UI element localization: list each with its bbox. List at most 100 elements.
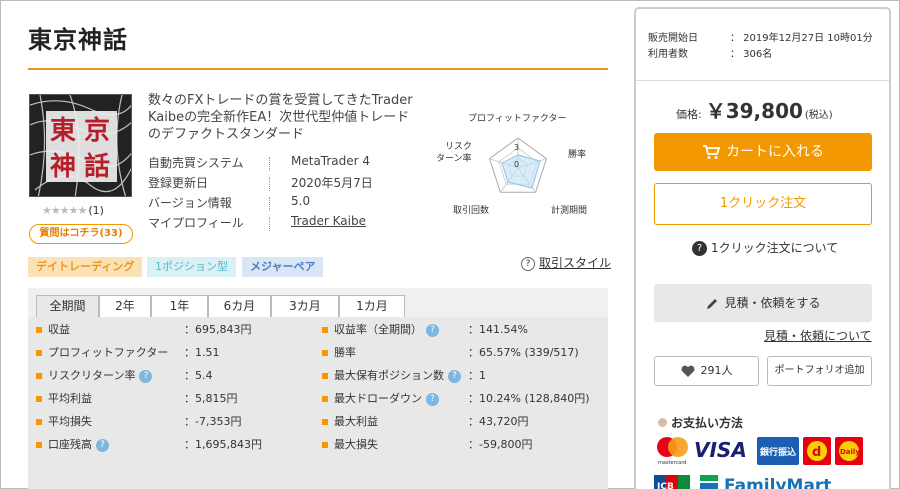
stats-table: 収益 ：695,843円 プロフィットファクター ：1.51 リスクリターン率? ：5… bbox=[28, 317, 608, 489]
bank-transfer-logo: 銀行振込 bbox=[757, 437, 799, 465]
rating-count: (1) bbox=[88, 204, 104, 217]
svg-text:d: d bbox=[812, 445, 821, 460]
stat-value: ：1.51 bbox=[184, 346, 220, 359]
stat-label: 収益率（全期間） bbox=[334, 323, 422, 336]
cart-button-label: カートに入れる bbox=[726, 144, 824, 160]
question-button[interactable]: 質問はコチラ(33) bbox=[29, 224, 133, 244]
help-icon[interactable]: ? bbox=[96, 438, 109, 452]
stat-value: ：-7,353円 bbox=[184, 415, 242, 428]
sale-start-value: ： 2019年12月27日 10時01分 bbox=[730, 33, 873, 44]
stat-label: 勝率 bbox=[334, 346, 356, 359]
stat-value: ：-59,800円 bbox=[468, 438, 533, 451]
radar-scale-max: 3 bbox=[514, 143, 520, 152]
profile-link[interactable]: Trader Kaibe bbox=[291, 214, 366, 228]
product-thumbnail[interactable]: 東 京 神 話 bbox=[29, 94, 132, 197]
thumbnail-art: 東 京 神 話 bbox=[30, 95, 131, 196]
stat-label: 収益 bbox=[48, 323, 70, 336]
svg-text:VISA: VISA bbox=[694, 438, 747, 462]
users-value: ： 306名 bbox=[730, 49, 773, 60]
users-label: 利用者数 bbox=[648, 49, 688, 60]
tag-major-pair[interactable]: メジャーペア bbox=[242, 257, 324, 277]
radar-label-trades: 取引回数 bbox=[453, 206, 490, 216]
spec-value: MetaTrader 4 bbox=[291, 154, 371, 168]
tab-6-months[interactable]: 6カ月 bbox=[208, 295, 271, 317]
price-label: 価格: bbox=[676, 108, 702, 121]
stat-value: ：141.54% bbox=[468, 323, 528, 336]
favorite-button[interactable]: 291人 bbox=[654, 356, 759, 386]
payment-title-label: お支払い方法 bbox=[671, 416, 744, 430]
svg-text:銀行振込: 銀行振込 bbox=[760, 446, 796, 458]
help-icon[interactable]: ? bbox=[426, 392, 439, 406]
tab-2-years[interactable]: 2年 bbox=[99, 295, 151, 317]
help-icon[interactable]: ? bbox=[139, 369, 153, 383]
stats-panel: 全期間 2年 1年 6カ月 3カ月 1カ月 収益 ：695,843円 プロフィット… bbox=[28, 288, 608, 489]
add-to-cart-button[interactable]: カートに入れる bbox=[654, 133, 872, 171]
estimate-request-button[interactable]: 見積・依頼をする bbox=[654, 284, 872, 322]
stat-value: ：5.4 bbox=[184, 369, 213, 382]
one-click-info-label: 1クリック注文について bbox=[711, 241, 839, 255]
stat-label: 口座残高 bbox=[48, 438, 92, 451]
title-underline bbox=[28, 68, 608, 70]
stat-label: 平均損失 bbox=[48, 415, 92, 428]
stat-label: 最大利益 bbox=[334, 415, 378, 428]
stat-value: ：43,720円 bbox=[468, 415, 529, 428]
tab-1-year[interactable]: 1年 bbox=[151, 295, 208, 317]
one-click-info-link[interactable]: ? 1クリック注文について bbox=[692, 239, 838, 256]
question-icon: ? bbox=[521, 256, 535, 271]
tab-all-period[interactable]: 全期間 bbox=[36, 295, 99, 318]
spec-value: 5.0 bbox=[291, 194, 311, 208]
stat-value: ：5,815円 bbox=[184, 392, 238, 405]
payment-logos: mastercard VISA 銀行振込 d Daily JCB FamilyM… bbox=[654, 435, 884, 489]
svg-text:FamilyMart: FamilyMart bbox=[724, 476, 831, 489]
stat-value: ：10.24% (128,840円) bbox=[468, 392, 590, 405]
trade-style-label: 取引スタイル bbox=[539, 256, 612, 270]
spec-label: マイプロフィール bbox=[148, 216, 244, 230]
stat-label: 最大損失 bbox=[334, 438, 378, 451]
stat-value: ：65.57% (339/517) bbox=[468, 346, 579, 359]
question-button-label: 質問はコチラ(33) bbox=[39, 228, 123, 239]
radar-label-winrate: 勝率 bbox=[568, 150, 587, 160]
d-payment-logo: d bbox=[803, 437, 831, 465]
daily-logo: Daily bbox=[835, 437, 863, 465]
rating-stars: ★★★★★ (1) bbox=[42, 204, 104, 217]
product-description: 数々のFXトレードの賞を受賞してきたTrader Kaibeの完全新作EA！次世… bbox=[148, 93, 413, 142]
familymart-logo: FamilyMart bbox=[700, 475, 831, 489]
svg-text:JCB: JCB bbox=[656, 482, 674, 489]
jcb-logo: JCB bbox=[654, 475, 690, 489]
radar-label-riskreturn-2: ターン率 bbox=[436, 154, 472, 164]
spec-value: 2020年5月7日 bbox=[291, 176, 373, 190]
thumbnail-char-1: 東 bbox=[50, 116, 76, 146]
estimate-button-label: 見積・依頼をする bbox=[724, 296, 821, 310]
favorite-count: 291人 bbox=[700, 364, 733, 377]
pen-icon bbox=[707, 298, 718, 309]
tag-one-position[interactable]: 1ポジション型 bbox=[147, 257, 236, 277]
purchase-sidebar: 販売開始日 ： 2019年12月27日 10時01分 利用者数 ： 306名 価格:… bbox=[634, 7, 891, 489]
cart-icon bbox=[703, 145, 721, 159]
trade-style-link[interactable]: ? 取引スタイル bbox=[521, 254, 611, 271]
add-to-portfolio-button[interactable]: ポートフォリオ追加 bbox=[767, 356, 872, 386]
thumbnail-char-2: 京 bbox=[84, 115, 110, 146]
divider bbox=[636, 80, 889, 81]
radar-chart: プロフィットファクター 勝率 計測期間 取引回数 リスク ターン率 3 0 bbox=[436, 112, 610, 217]
stat-label: 平均利益 bbox=[48, 392, 92, 405]
stat-label: 最大ドローダウン bbox=[334, 392, 422, 405]
radar-label-period: 計測期間 bbox=[551, 206, 588, 216]
tab-3-months[interactable]: 3カ月 bbox=[271, 295, 339, 317]
price-tax: (税込) bbox=[804, 110, 833, 121]
payment-logo-graphic: mastercard VISA 銀行振込 d Daily JCB FamilyM… bbox=[654, 437, 863, 489]
help-icon[interactable]: ? bbox=[426, 323, 439, 337]
radar-scale-min: 0 bbox=[514, 160, 520, 169]
estimate-info-link[interactable]: 見積・依頼について bbox=[764, 327, 872, 344]
tag-daytrading[interactable]: デイトレーディング bbox=[28, 257, 143, 277]
svg-text:mastercard: mastercard bbox=[658, 460, 686, 466]
help-icon[interactable]: ? bbox=[448, 369, 461, 383]
one-click-order-button[interactable]: 1クリック注文 bbox=[654, 183, 872, 225]
spec-label: バージョン情報 bbox=[148, 196, 232, 210]
spec-label: 自動売買システム bbox=[148, 156, 244, 170]
tab-1-month[interactable]: 1カ月 bbox=[339, 295, 405, 317]
stat-label: リスクリターン率 bbox=[48, 369, 136, 382]
thumbnail-char-4: 話 bbox=[84, 151, 110, 182]
stat-value: ：1 bbox=[468, 369, 486, 382]
stat-label: プロフィットファクター bbox=[48, 346, 169, 359]
stat-value: ：695,843円 bbox=[184, 323, 252, 336]
